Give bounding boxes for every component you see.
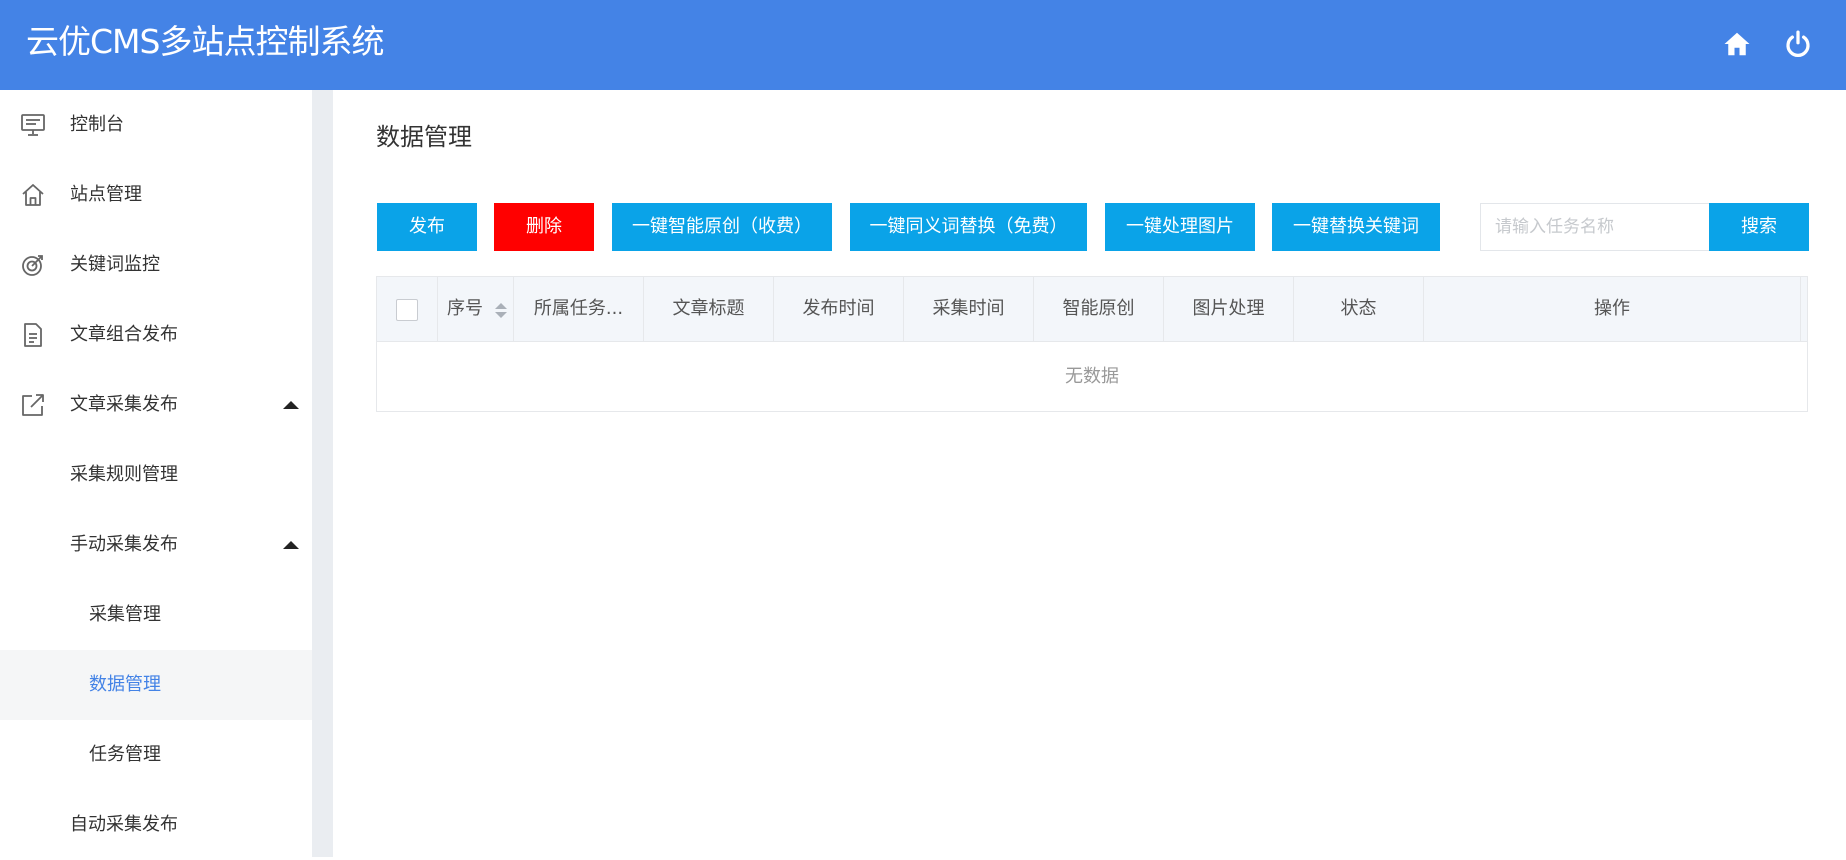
- header-ai-original: 智能原创: [1034, 277, 1164, 341]
- header-image-process: 图片处理: [1164, 277, 1294, 341]
- header-select-all: [377, 277, 438, 341]
- data-table: 序号 所属任务... 文章标题 发布时间 采集时间 智能原创 图片处理 状态 操…: [376, 276, 1808, 412]
- top-bar: 云优CMS多站点控制系统: [0, 0, 1846, 90]
- sidebar-item-label: 控制台: [70, 114, 124, 135]
- header-index[interactable]: 序号: [438, 277, 514, 341]
- header-status: 状态: [1294, 277, 1424, 341]
- sidebar-item-label: 关键词监控: [70, 254, 160, 275]
- external-link-icon: [20, 392, 46, 418]
- sidebar-item-keyword-monitor[interactable]: 关键词监控: [0, 230, 312, 300]
- header-title: 文章标题: [644, 277, 774, 341]
- sidebar-divider: [312, 90, 333, 857]
- sidebar-item-label: 手动采集发布: [70, 534, 178, 555]
- app-title: 云优CMS多站点控制系统: [26, 22, 384, 61]
- sidebar-item-collect-manage[interactable]: 采集管理: [0, 580, 312, 650]
- sidebar-item-collect-rules[interactable]: 采集规则管理: [0, 440, 312, 510]
- ai-original-button[interactable]: 一键智能原创（收费）: [612, 203, 832, 251]
- process-images-button[interactable]: 一键处理图片: [1105, 203, 1255, 251]
- header-task: 所属任务...: [514, 277, 644, 341]
- sidebar-item-label: 文章采集发布: [70, 394, 178, 415]
- search-input[interactable]: [1480, 203, 1709, 251]
- publish-button[interactable]: 发布: [377, 203, 477, 251]
- sidebar-item-data-manage[interactable]: 数据管理: [0, 650, 312, 720]
- synonym-replace-button[interactable]: 一键同义词替换（免费）: [850, 203, 1087, 251]
- delete-button[interactable]: 删除: [494, 203, 594, 251]
- table-header: 序号 所属任务... 文章标题 发布时间 采集时间 智能原创 图片处理 状态 操…: [377, 277, 1807, 342]
- empty-state: 无数据: [1065, 366, 1119, 387]
- sort-icon[interactable]: [495, 303, 507, 319]
- sidebar-item-label: 采集规则管理: [70, 464, 178, 485]
- replace-keywords-button[interactable]: 一键替换关键词: [1272, 203, 1440, 251]
- monitor-icon: [20, 112, 46, 138]
- header-publish-time: 发布时间: [774, 277, 904, 341]
- home-icon[interactable]: [1722, 29, 1752, 59]
- sidebar: 控制台 站点管理 关键词监控 文章组合发布 文章采集发布 采集规则管理 手动采集…: [0, 90, 312, 857]
- sidebar-item-console[interactable]: 控制台: [0, 90, 312, 160]
- header-actions: 操作: [1424, 277, 1801, 341]
- page-title: 数据管理: [376, 123, 472, 151]
- document-icon: [20, 322, 46, 348]
- sidebar-item-label: 数据管理: [89, 674, 161, 695]
- sidebar-item-manual-collect[interactable]: 手动采集发布: [0, 510, 312, 580]
- header-collect-time: 采集时间: [904, 277, 1034, 341]
- target-icon: [20, 252, 46, 278]
- sidebar-item-article-collect[interactable]: 文章采集发布: [0, 370, 312, 440]
- column-label: 序号: [447, 298, 483, 319]
- sidebar-item-sites[interactable]: 站点管理: [0, 160, 312, 230]
- caret-up-icon: [283, 541, 299, 549]
- sidebar-item-task-manage[interactable]: 任务管理: [0, 720, 312, 790]
- main-content: 数据管理 发布 删除 一键智能原创（收费） 一键同义词替换（免费） 一键处理图片…: [333, 90, 1846, 857]
- sidebar-item-auto-collect[interactable]: 自动采集发布: [0, 790, 312, 860]
- sidebar-item-label: 采集管理: [89, 604, 161, 625]
- sidebar-item-article-combine[interactable]: 文章组合发布: [0, 300, 312, 370]
- select-all-checkbox[interactable]: [396, 299, 418, 321]
- house-icon: [20, 182, 46, 208]
- sidebar-item-label: 站点管理: [70, 184, 142, 205]
- sidebar-item-label: 自动采集发布: [70, 814, 178, 835]
- power-icon[interactable]: [1783, 29, 1813, 59]
- sidebar-item-label: 文章组合发布: [70, 324, 178, 345]
- sidebar-item-label: 任务管理: [89, 744, 161, 765]
- caret-up-icon: [283, 401, 299, 409]
- search-button[interactable]: 搜索: [1709, 203, 1809, 251]
